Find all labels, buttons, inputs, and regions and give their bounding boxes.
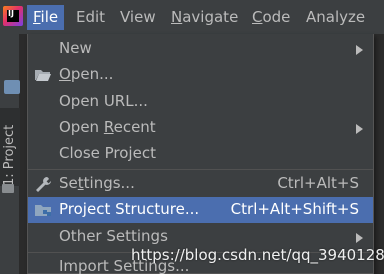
menu-code[interactable]: Code: [246, 5, 296, 30]
main-menubar: IJ File Edit View Navigate Code Analyze: [0, 0, 384, 34]
project-tool-window-tab[interactable]: 1: Project: [0, 108, 20, 186]
folder-icon: [2, 184, 14, 193]
ide-window: IJ File Edit View Navigate Code Analyze …: [0, 0, 384, 274]
intellij-logo-icon: IJ: [3, 6, 23, 26]
menu-view[interactable]: View: [114, 5, 162, 30]
shortcut-project-structure: Ctrl+Alt+Shift+S: [230, 200, 359, 218]
submenu-arrow-icon: [356, 233, 363, 243]
file-menu-dropdown: New Open... Open URL... Open Recent Clos…: [27, 34, 374, 274]
left-tool-strip: 1: Project: [0, 34, 20, 274]
project-structure-icon: [35, 205, 51, 216]
menu-item-close-project[interactable]: Close Project: [28, 141, 373, 167]
menu-item-open-recent[interactable]: Open Recent: [28, 115, 373, 141]
navigation-bar-icon[interactable]: [4, 80, 20, 94]
shortcut-settings: Ctrl+Alt+S: [277, 174, 359, 192]
menu-item-settings[interactable]: Settings... Ctrl+Alt+S: [28, 171, 373, 197]
submenu-arrow-icon: [356, 45, 363, 55]
menu-item-new[interactable]: New: [28, 36, 373, 62]
watermark-url: https://blog.csdn.net/qq_39401280: [131, 246, 384, 264]
menu-item-project-structure[interactable]: Project Structure... Ctrl+Alt+Shift+S: [28, 197, 373, 223]
menu-edit[interactable]: Edit: [70, 5, 111, 30]
folder-open-icon: [35, 70, 51, 81]
menu-item-open[interactable]: Open...: [28, 62, 373, 88]
wrench-icon: [36, 177, 51, 192]
menu-navigate[interactable]: Navigate: [165, 5, 244, 30]
menu-separator: [28, 169, 373, 170]
project-tab-label: 1: Project: [2, 124, 17, 186]
menu-item-open-url[interactable]: Open URL...: [28, 89, 373, 115]
menu-file[interactable]: File: [27, 5, 65, 30]
menu-analyze[interactable]: Analyze: [300, 5, 371, 30]
editor-edge-fragments: [373, 38, 384, 274]
submenu-arrow-icon: [356, 124, 363, 134]
